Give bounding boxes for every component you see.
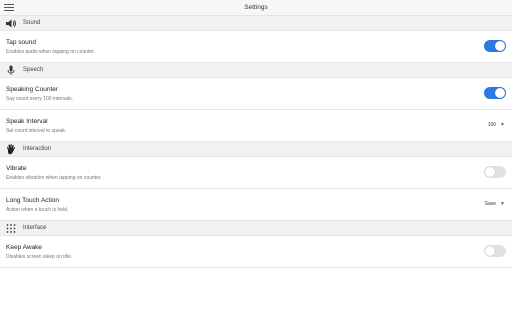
tap-sound-toggle[interactable] bbox=[484, 40, 506, 52]
page-title: Settings bbox=[244, 4, 268, 11]
section-header-interaction: Interaction bbox=[0, 142, 512, 157]
speak-interval-select[interactable]: 100 ▼ bbox=[488, 122, 505, 128]
toggle-knob bbox=[495, 41, 505, 51]
speaking-counter-label: Speaking Counter bbox=[6, 86, 59, 93]
long-touch-action-select[interactable]: Save ▼ bbox=[485, 201, 505, 207]
tap-sound-row[interactable]: Tap sound Enables audio when tapping on … bbox=[0, 31, 512, 63]
vibrate-description: Enables vibration when tapping on counte… bbox=[6, 175, 102, 181]
keep-awake-row[interactable]: Keep Awake Disables screen sleep on idle… bbox=[0, 236, 512, 268]
speak-interval-label: Speak Interval bbox=[6, 118, 48, 125]
vibrate-label: Vibrate bbox=[6, 165, 27, 172]
speak-interval-row[interactable]: Speak Interval Set count interval to spe… bbox=[0, 110, 512, 142]
keep-awake-label: Keep Awake bbox=[6, 244, 43, 251]
section-title-sound: Sound bbox=[23, 20, 41, 26]
tap-sound-label: Tap sound bbox=[6, 39, 36, 46]
speaker-icon bbox=[5, 18, 17, 29]
toggle-knob bbox=[485, 167, 495, 177]
toggle-knob bbox=[495, 88, 505, 98]
long-touch-action-row[interactable]: Long Touch Action Action when a touch is… bbox=[0, 189, 512, 221]
hand-icon bbox=[5, 144, 17, 155]
section-header-speech: Speech bbox=[0, 63, 512, 78]
speaking-counter-description: Say count every 100 intervals. bbox=[6, 96, 73, 102]
speaking-counter-row[interactable]: Speaking Counter Say count every 100 int… bbox=[0, 78, 512, 110]
section-header-sound: Sound bbox=[0, 16, 512, 31]
toggle-knob bbox=[485, 246, 495, 256]
long-touch-action-value: Save bbox=[484, 201, 497, 207]
top-bar: Settings bbox=[0, 0, 512, 16]
section-title-interface: Interface bbox=[23, 225, 47, 231]
microphone-icon bbox=[5, 65, 17, 76]
keep-awake-description: Disables screen sleep on idle. bbox=[6, 254, 73, 260]
long-touch-action-description: Action when a touch is held. bbox=[6, 207, 69, 213]
vibrate-toggle[interactable] bbox=[484, 166, 506, 178]
speak-interval-description: Set count interval to speak. bbox=[6, 128, 67, 134]
section-title-speech: Speech bbox=[23, 67, 44, 73]
vibrate-row[interactable]: Vibrate Enables vibration when tapping o… bbox=[0, 157, 512, 189]
speak-interval-value: 100 bbox=[487, 122, 497, 128]
section-title-interaction: Interaction bbox=[23, 146, 52, 152]
keep-awake-toggle[interactable] bbox=[484, 245, 506, 257]
section-header-interface: Interface bbox=[0, 221, 512, 236]
chevron-down-icon: ▼ bbox=[500, 122, 505, 128]
grid-dots-icon bbox=[5, 223, 17, 234]
tap-sound-description: Enables audio when tapping on counter. bbox=[6, 49, 95, 55]
long-touch-action-label: Long Touch Action bbox=[6, 197, 60, 204]
speaking-counter-toggle[interactable] bbox=[484, 87, 506, 99]
chevron-down-icon: ▼ bbox=[500, 201, 505, 207]
